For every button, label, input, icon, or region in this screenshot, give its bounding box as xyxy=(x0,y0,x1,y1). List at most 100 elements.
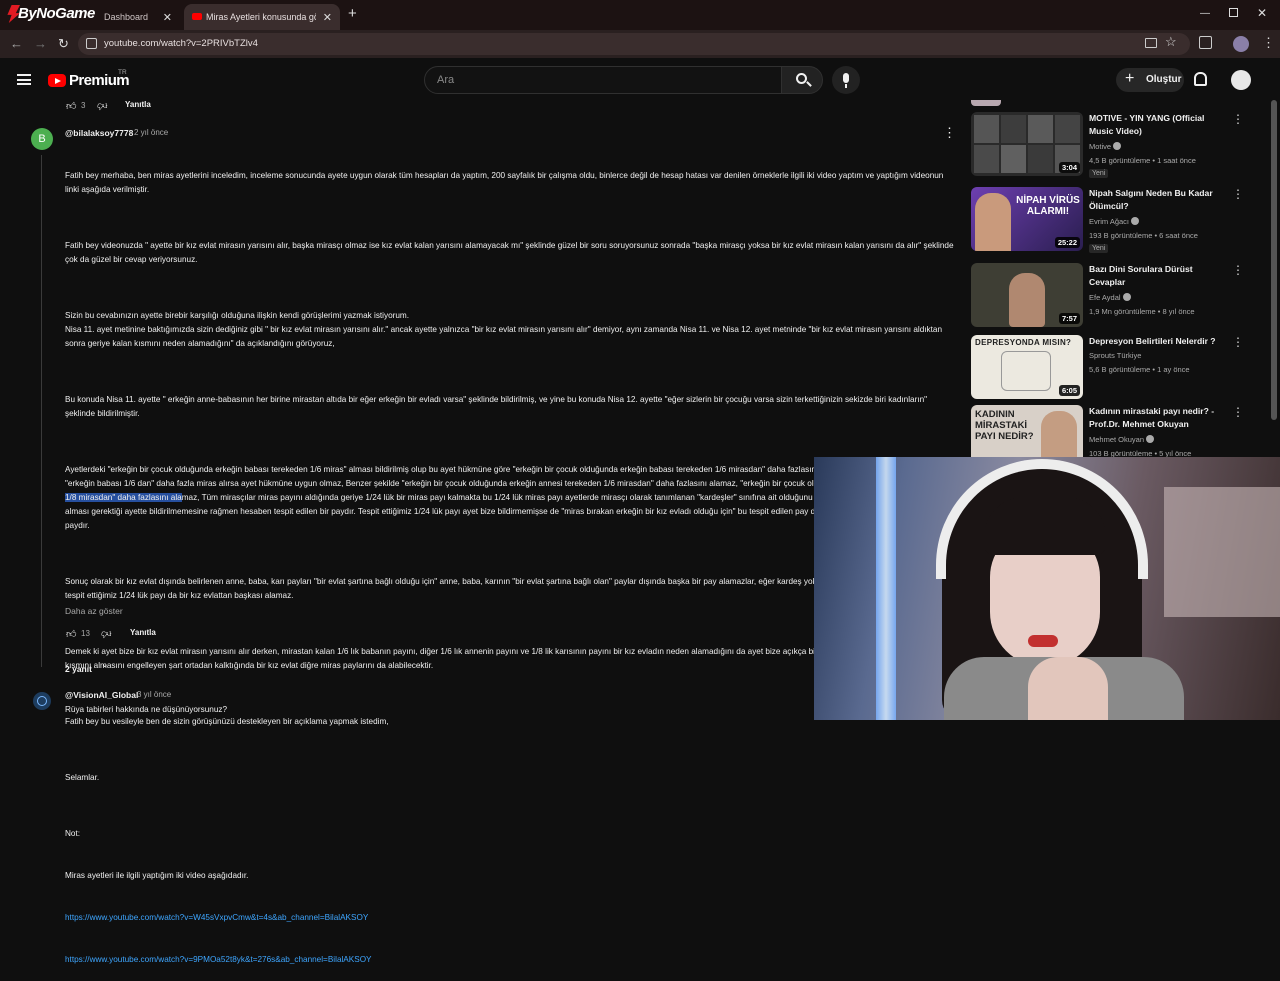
channel-name[interactable]: Motive xyxy=(1089,142,1122,151)
plus-icon: + xyxy=(1125,70,1135,87)
more-actions-icon[interactable]: ⋮ xyxy=(1232,112,1244,126)
tab-active-video[interactable]: Miras Ayetleri konusunda görüş ✕ xyxy=(184,4,340,30)
video-meta: 1,9 Mn görüntüleme • 8 yıl önce xyxy=(1089,307,1195,316)
channel-name[interactable]: Efe Aydal xyxy=(1089,293,1131,302)
comment-timestamp[interactable]: 2 yıl önce xyxy=(134,128,168,137)
like-count: 3 xyxy=(81,101,86,110)
show-less-button[interactable]: Daha az göster xyxy=(65,606,123,616)
paragraph-text: maz, Tüm mirasçılar miras payını aldığın… xyxy=(65,493,940,530)
channel-name[interactable]: Mehmet Okuyan xyxy=(1089,435,1155,444)
thumbnail-caption: DEPRESYONDA MISIN? xyxy=(975,338,1072,347)
dislike-icon[interactable]: 👍︎ xyxy=(101,628,111,640)
comment-avatar[interactable] xyxy=(33,692,51,710)
browser-menu-icon[interactable]: ⋮ xyxy=(1262,35,1275,51)
bookmark-star-icon[interactable]: ☆ xyxy=(1165,34,1177,50)
forward-icon[interactable]: → xyxy=(34,36,47,51)
more-actions-icon[interactable]: ⋮ xyxy=(1232,263,1244,277)
like-icon[interactable]: 👍︎ xyxy=(66,100,76,112)
video-thumbnail[interactable]: NİPAH VİRÜS ALARMI! 25:22 xyxy=(971,187,1083,251)
new-badge: Yeni xyxy=(1089,244,1109,253)
recommended-video[interactable]: NİPAH VİRÜS ALARMI! 25:22 Nipah Salgını … xyxy=(970,187,1250,257)
close-icon[interactable]: ✕ xyxy=(163,11,172,24)
video-thumbnail[interactable]: 7:57 xyxy=(971,263,1083,327)
video-duration: 7:57 xyxy=(1058,313,1080,324)
channel-label: Mehmet Okuyan xyxy=(1089,435,1145,444)
close-window-icon[interactable]: ✕ xyxy=(1257,6,1267,20)
restore-icon[interactable] xyxy=(1229,8,1238,17)
video-thumbnail[interactable]: 3:04 xyxy=(971,112,1083,176)
like-icon[interactable]: 👍︎ xyxy=(66,628,76,640)
recommended-video[interactable]: 7:57 Bazı Dini Sorulara Dürüst Cevaplar … xyxy=(970,263,1250,333)
youtube-logo[interactable]: Premium TR xyxy=(48,69,130,91)
search-input[interactable]: Ara xyxy=(424,66,782,94)
dislike-icon[interactable]: 👍︎ xyxy=(97,100,107,112)
video-thumbnail[interactable]: DEPRESYONDA MISIN? 6:05 xyxy=(971,335,1083,399)
channel-name[interactable]: Sprouts Türkiye xyxy=(1089,351,1141,360)
thumbnail-illustration xyxy=(1001,351,1051,391)
verified-icon xyxy=(1122,293,1131,301)
new-badge: Yeni xyxy=(1089,169,1109,178)
reply-button[interactable]: Yanıtla xyxy=(130,628,156,637)
reply-thread-line xyxy=(41,155,42,667)
video-title[interactable]: Depresyon Belirtileri Nelerdir ? xyxy=(1089,335,1229,348)
video-title[interactable]: Nipah Salgını Neden Bu Kadar Ölümcül? xyxy=(1089,187,1229,213)
verified-icon xyxy=(1146,435,1155,443)
cast-icon[interactable] xyxy=(1145,38,1157,48)
video-link[interactable]: https://www.youtube.com/watch?v=W45sVxpv… xyxy=(65,911,957,925)
more-actions-icon[interactable]: ⋮ xyxy=(1232,187,1244,201)
country-code: TR xyxy=(118,69,127,76)
video-title[interactable]: Bazı Dini Sorulara Dürüst Cevaplar xyxy=(1089,263,1229,289)
webcam-background-shelf xyxy=(1164,487,1280,617)
tab-label: Miras Ayetleri konusunda görüş xyxy=(206,12,316,22)
hamburger-menu-icon[interactable] xyxy=(17,74,31,85)
webcam-person-hand xyxy=(1028,657,1108,720)
tab-label: Dashboard xyxy=(104,12,149,22)
url-bar[interactable]: youtube.com/watch?v=2PRIVbTZlv4 ☆ xyxy=(78,33,1190,55)
comment-paragraph: Not: xyxy=(65,829,81,838)
notifications-bell-icon[interactable] xyxy=(1194,72,1207,86)
channel-name[interactable]: Evrim Ağacı xyxy=(1089,217,1140,226)
comment-paragraph: Fatih bey videonuzda " ayette bir kız ev… xyxy=(65,241,956,264)
tab-dashboard[interactable]: Dashboard ✕ xyxy=(88,4,180,30)
thumbnail-face xyxy=(1041,411,1077,461)
comment-avatar[interactable]: B xyxy=(31,128,53,150)
extensions-icon[interactable] xyxy=(1199,36,1212,49)
minimize-icon[interactable]: — xyxy=(1200,8,1210,19)
thumbnail-face xyxy=(1009,273,1045,327)
microphone-icon xyxy=(843,73,849,83)
account-avatar[interactable] xyxy=(1231,70,1251,90)
webcam-person-lips xyxy=(1028,635,1058,647)
video-link[interactable]: https://www.youtube.com/watch?v=9PMOa52t… xyxy=(65,953,957,967)
comment-more-icon[interactable]: ⋮ xyxy=(943,125,956,141)
comment-text: Rüya tabirleri hakkında ne düşünüyorsunu… xyxy=(65,705,228,714)
search-button[interactable] xyxy=(781,66,823,94)
site-info-icon[interactable] xyxy=(86,38,97,49)
comment-author[interactable]: @bilalaksoy7778 xyxy=(65,128,133,138)
create-button[interactable]: + Oluştur xyxy=(1116,68,1184,92)
comment-paragraph: Bu konuda Nisa 11. ayette " erkeğin anne… xyxy=(65,395,930,418)
recommended-video[interactable]: 3:04 MOTIVE - YIN YANG (Official Music V… xyxy=(970,112,1250,182)
close-icon[interactable]: ✕ xyxy=(323,11,332,24)
recommended-video[interactable]: DEPRESYONDA MISIN? 6:05 Depresyon Belirt… xyxy=(970,335,1250,405)
new-tab-button[interactable]: + xyxy=(348,5,357,22)
comment-timestamp[interactable]: 3 yıl önce xyxy=(137,690,171,699)
avatar-letter: B xyxy=(38,133,46,145)
reload-icon[interactable]: ↻ xyxy=(58,36,69,52)
video-title[interactable]: MOTIVE - YIN YANG (Official Music Video) xyxy=(1089,112,1229,138)
comment-author[interactable]: @VisionAI_Global xyxy=(65,690,138,700)
thumbnail-caption: KADININ MİRASTAKİ PAYI NEDİR? xyxy=(975,409,1034,442)
page-scrollbar[interactable] xyxy=(1271,100,1277,420)
back-icon[interactable]: ← xyxy=(10,36,23,51)
globe-icon xyxy=(37,696,47,706)
video-title[interactable]: Kadının mirastaki payı nedir? - Prof.Dr.… xyxy=(1089,405,1229,431)
voice-search-button[interactable] xyxy=(832,66,860,94)
brand-logo: ByNoGame xyxy=(4,2,100,26)
profile-avatar-icon[interactable] xyxy=(1233,36,1249,52)
replies-toggle[interactable]: 2 yanıt ⌄ xyxy=(65,659,125,674)
webcam-light-strip xyxy=(876,457,896,720)
youtube-favicon-icon xyxy=(192,13,202,20)
more-actions-icon[interactable]: ⋮ xyxy=(1232,335,1244,349)
reply-button[interactable]: Yanıtla xyxy=(125,100,151,109)
video-thumbnail[interactable]: KADININ MİRASTAKİ PAYI NEDİR? xyxy=(971,405,1083,461)
more-actions-icon[interactable]: ⋮ xyxy=(1232,405,1244,419)
